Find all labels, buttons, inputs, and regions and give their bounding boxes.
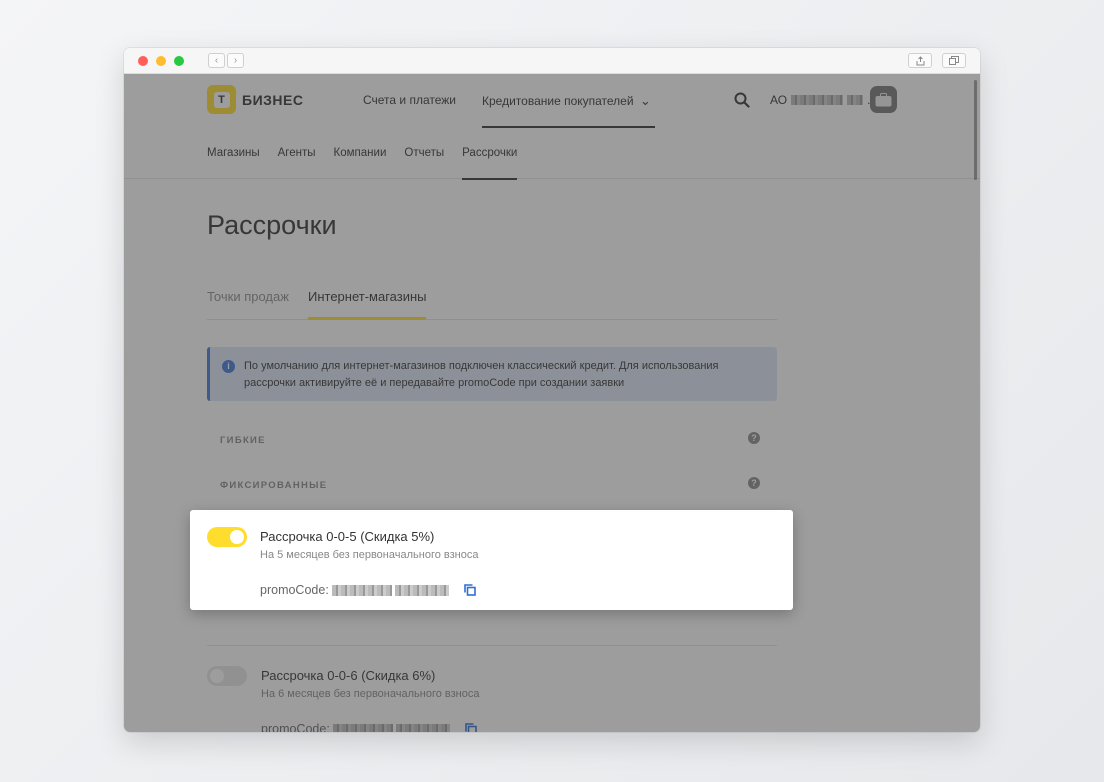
history-nav: ‹ › bbox=[208, 53, 244, 68]
window-controls bbox=[138, 56, 184, 66]
promocode-value-redacted bbox=[331, 584, 392, 596]
promocode-label: promoCode: bbox=[260, 583, 329, 597]
toolbar-right bbox=[908, 53, 966, 68]
promocode-row: promoCode: bbox=[260, 583, 476, 597]
toggle-knob bbox=[230, 530, 244, 544]
forward-button[interactable]: › bbox=[227, 53, 244, 68]
back-button[interactable]: ‹ bbox=[208, 53, 225, 68]
modal-overlay[interactable] bbox=[124, 74, 980, 732]
browser-titlebar: ‹ › bbox=[124, 48, 980, 74]
scrollbar[interactable] bbox=[974, 80, 977, 180]
share-button[interactable] bbox=[908, 53, 932, 68]
installment-item-highlighted: Рассрочка 0-0-5 (Скидка 5%) На 5 месяцев… bbox=[190, 510, 793, 610]
browser-window: ‹ › Т БИЗНЕС Счета и платежи Кредитов bbox=[124, 48, 980, 732]
installment-subtitle: На 5 месяцев без первоначального взноса bbox=[260, 549, 479, 561]
maximize-window-button[interactable] bbox=[174, 56, 184, 66]
share-icon bbox=[916, 55, 924, 65]
page-content: Т БИЗНЕС Счета и платежи Кредитование по… bbox=[124, 74, 980, 732]
promocode-value-redacted-2 bbox=[394, 584, 449, 596]
tabs-icon bbox=[949, 56, 959, 65]
installment-title: Рассрочка 0-0-5 (Скидка 5%) bbox=[260, 529, 435, 544]
minimize-window-button[interactable] bbox=[156, 56, 166, 66]
close-window-button[interactable] bbox=[138, 56, 148, 66]
installment-toggle[interactable] bbox=[207, 527, 247, 547]
copy-icon[interactable] bbox=[463, 584, 476, 596]
tabs-overview-button[interactable] bbox=[942, 53, 966, 68]
